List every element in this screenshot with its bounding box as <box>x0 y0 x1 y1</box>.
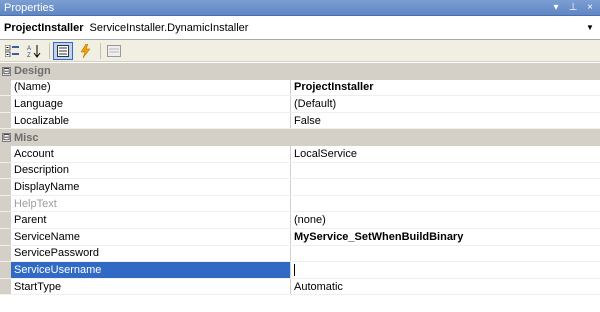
properties-toolbar: A Z <box>0 40 600 62</box>
property-value[interactable]: ProjectInstaller <box>291 80 600 96</box>
collapse-icon[interactable]: ⊟ <box>2 133 11 143</box>
property-name: ServiceName <box>11 228 291 245</box>
property-row-helptext[interactable]: HelpText <box>0 195 600 213</box>
category-misc[interactable]: ⊟ Misc <box>0 129 600 146</box>
window-title: Properties <box>4 1 55 14</box>
property-name: Parent <box>11 212 291 228</box>
property-row-parent[interactable]: Parent (none) <box>0 212 600 229</box>
object-type: ServiceInstaller.DynamicInstaller <box>89 21 249 34</box>
property-name: ServicePassword <box>11 245 291 262</box>
properties-button[interactable] <box>53 41 73 60</box>
property-row-serviceusername[interactable]: ServiceUsername <box>0 262 600 279</box>
property-value[interactable]: MyService_SetWhenBuildBinary <box>291 229 600 245</box>
property-value[interactable]: Automatic <box>291 279 600 295</box>
property-value[interactable]: False <box>291 113 600 129</box>
categorized-icon <box>5 44 19 57</box>
category-label: Design <box>14 65 51 78</box>
property-name: HelpText <box>11 195 291 212</box>
property-grid: ⊟ Design (Name) ProjectInstaller Languag… <box>0 63 600 296</box>
property-row-description[interactable]: Description <box>0 162 600 180</box>
property-value[interactable] <box>291 163 600 179</box>
property-row-servicepassword[interactable]: ServicePassword <box>0 245 600 263</box>
property-value[interactable]: (none) <box>291 212 600 228</box>
auto-hide-pin-icon[interactable]: ⊥ <box>566 1 580 15</box>
category-design[interactable]: ⊟ Design <box>0 63 600 80</box>
category-label: Misc <box>14 131 39 144</box>
toolbar-separator <box>49 42 50 59</box>
property-value[interactable]: LocalService <box>291 146 600 162</box>
sort-alphabetical-icon: A Z <box>27 44 41 58</box>
property-name: DisplayName <box>11 179 291 195</box>
title-bar: Properties ▾ ⊥ × <box>0 0 600 16</box>
property-name: StartType <box>11 278 291 295</box>
property-value[interactable] <box>291 246 600 262</box>
properties-window: Properties ▾ ⊥ × ProjectInstaller Servic… <box>0 0 600 312</box>
object-name: ProjectInstaller <box>4 21 84 34</box>
property-value-editor[interactable] <box>291 262 600 278</box>
events-button[interactable] <box>75 42 95 60</box>
svg-text:A: A <box>27 46 31 52</box>
property-row-name[interactable]: (Name) ProjectInstaller <box>0 79 600 97</box>
close-icon[interactable]: × <box>583 1 597 15</box>
property-row-starttype[interactable]: StartType Automatic <box>0 278 600 296</box>
property-value <box>291 196 600 212</box>
property-value[interactable] <box>291 179 600 195</box>
properties-icon <box>57 44 69 57</box>
svg-text:Z: Z <box>27 53 31 58</box>
property-pages-icon <box>107 44 121 57</box>
alphabetical-button[interactable]: A Z <box>24 42 44 60</box>
collapse-icon[interactable]: ⊟ <box>2 66 11 76</box>
property-name: Language <box>11 96 291 112</box>
property-row-displayname[interactable]: DisplayName <box>0 179 600 196</box>
property-name: ServiceUsername <box>11 262 291 278</box>
property-name: Account <box>11 145 291 162</box>
property-name: Localizable <box>11 112 291 129</box>
property-name: (Name) <box>11 79 291 96</box>
property-value[interactable]: (Default) <box>291 96 600 112</box>
property-row-localizable[interactable]: Localizable False <box>0 112 600 130</box>
lightning-icon <box>80 43 91 58</box>
property-pages-button[interactable] <box>104 42 124 60</box>
property-row-servicename[interactable]: ServiceName MyService_SetWhenBuildBinary <box>0 228 600 246</box>
text-caret <box>294 263 295 276</box>
chevron-down-icon[interactable]: ▼ <box>584 23 596 32</box>
property-row-account[interactable]: Account LocalService <box>0 145 600 163</box>
object-selector[interactable]: ProjectInstaller ServiceInstaller.Dynami… <box>0 16 600 40</box>
window-position-dropdown-icon[interactable]: ▾ <box>549 1 563 15</box>
property-row-language[interactable]: Language (Default) <box>0 96 600 113</box>
toolbar-separator <box>100 42 101 59</box>
categorized-button[interactable] <box>2 42 22 60</box>
property-name: Description <box>11 162 291 179</box>
